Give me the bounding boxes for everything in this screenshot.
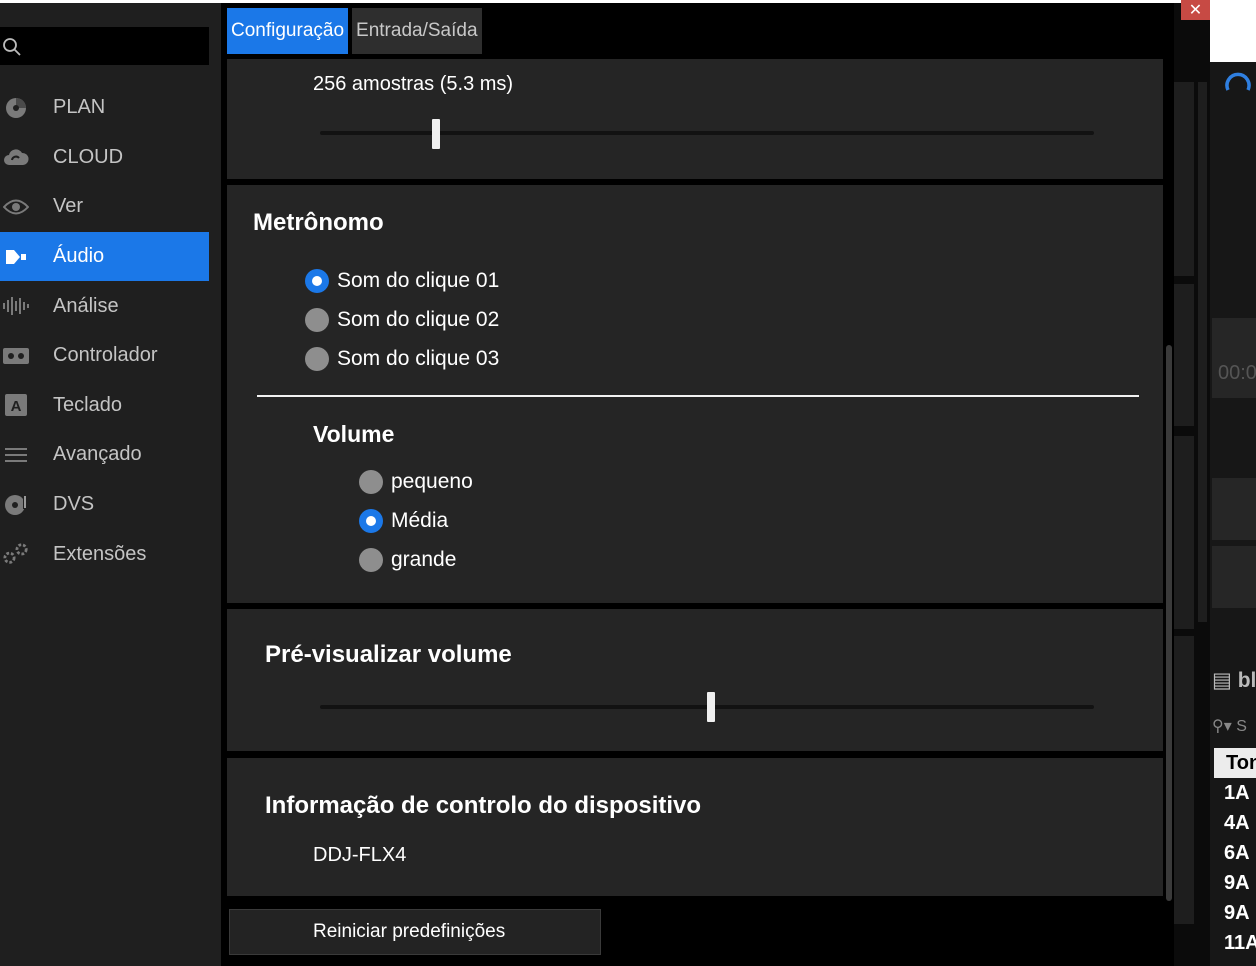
radio-button[interactable] (359, 548, 383, 572)
sidebar-item-label: Controlador (53, 344, 158, 367)
background-key-cell: 6A (1224, 842, 1250, 864)
volume-title: Volume (313, 421, 395, 447)
keyboard-icon: A (3, 394, 29, 417)
sidebar-item-label: Teclado (53, 393, 122, 416)
cloud-icon (3, 146, 29, 168)
gutter-segment (1174, 82, 1194, 276)
radio-button[interactable] (305, 347, 329, 371)
search-icon (3, 38, 21, 56)
radio-label: Média (391, 509, 449, 532)
background-key-cell: 4A (1224, 812, 1250, 834)
radio-button[interactable] (359, 509, 383, 533)
scrollbar-thumb[interactable] (1166, 345, 1172, 901)
close-button[interactable]: ✕ (1181, 0, 1210, 20)
background-time-text: 00:0 (1218, 362, 1256, 384)
radio-button[interactable] (305, 269, 329, 293)
sidebar-item-cloud[interactable]: CLOUD (0, 133, 209, 183)
radio-label: Som do clique 02 (337, 308, 500, 331)
background-key-cell: 9A (1224, 902, 1250, 924)
playlist-icon: ▤ (1212, 669, 1238, 692)
sidebar-item-controlador[interactable]: Controlador (0, 331, 209, 381)
preview-volume-slider-knob[interactable] (706, 692, 715, 722)
waveform-icon (3, 295, 29, 317)
background-key-cell: 1A (1224, 782, 1250, 804)
click-sound-option-01[interactable]: Som do clique 01 (305, 269, 499, 293)
settings-tabs: Configuração Entrada/Saída (227, 8, 486, 54)
section-divider (257, 395, 1139, 397)
sidebar-item-extensoes[interactable]: Extensões (0, 529, 209, 579)
sidebar-item-dvs[interactable]: DVS (0, 480, 209, 530)
sidebar-item-plan[interactable]: PLAN (0, 83, 209, 133)
device-info-title: Informação de controlo do dispositivo (265, 792, 702, 819)
gutter-segment (1174, 636, 1194, 924)
reset-defaults-button[interactable]: Reiniciar predefinições (229, 909, 601, 955)
sidebar-item-label: Áudio (53, 245, 105, 268)
background-app-header (1210, 0, 1256, 62)
sidebar-nav: PLAN CLOUD Ver Áudio Análise Controlador… (0, 83, 209, 579)
radio-label: Som do clique 03 (337, 347, 500, 370)
background-column-header: Ton (1214, 748, 1256, 778)
sidebar-item-label: CLOUD (53, 145, 124, 168)
click-sound-option-03[interactable]: Som do clique 03 (305, 347, 499, 371)
gutter-segment (1174, 284, 1194, 426)
speaker-icon (3, 246, 29, 268)
buffer-size-label: 256 amostras (5.3 ms) (313, 73, 514, 95)
search-icon: ⚲ (1212, 718, 1224, 735)
controller-icon (3, 345, 29, 367)
background-key-cell: 9A (1224, 872, 1250, 894)
sidebar-item-label: Avançado (53, 443, 142, 466)
playlist-label-text: bla (1237, 669, 1256, 692)
device-name: DDJ-FLX4 (313, 844, 407, 866)
buffer-size-slider-knob[interactable] (432, 119, 441, 149)
device-info-panel: Informação de controlo do dispositivo DD… (227, 758, 1163, 896)
sidebar-search-input[interactable] (0, 27, 209, 65)
metronome-panel: Metrônomo Som do clique 01 Som do clique… (227, 185, 1163, 603)
eye-icon (3, 196, 29, 218)
background-key-cell: 11A (1224, 932, 1256, 949)
settings-sidebar: PLAN CLOUD Ver Áudio Análise Controlador… (0, 3, 221, 966)
radio-label: grande (391, 548, 457, 571)
volume-option-grande[interactable]: grande (359, 548, 456, 572)
sidebar-item-avancado[interactable]: Avançado (0, 430, 209, 480)
sidebar-item-label: DVS (53, 493, 95, 516)
plan-icon (3, 97, 29, 119)
preview-volume-panel: Pré-visualizar volume (227, 609, 1163, 751)
sidebar-item-label: Extensões (53, 542, 147, 565)
menu-lines-icon (3, 444, 29, 466)
tab-entrada-saida[interactable]: Entrada/Saída (352, 8, 482, 54)
gutter-segment (1174, 436, 1194, 629)
volume-option-media[interactable]: Média (359, 509, 448, 533)
turntable-icon (3, 494, 29, 516)
background-deck-block (1212, 318, 1256, 398)
background-search: ⚲▾ S (1212, 716, 1247, 736)
background-playlist-label: ▤ bla (1212, 668, 1256, 693)
background-search-placeholder: ▾ S (1223, 718, 1247, 735)
gears-icon (3, 543, 29, 565)
background-deck-block (1212, 478, 1256, 540)
radio-label: pequeno (391, 470, 473, 493)
buffer-size-panel: 256 amostras (5.3 ms) (227, 59, 1163, 179)
sidebar-item-audio[interactable]: Áudio (0, 231, 209, 282)
gutter-segment (1198, 82, 1207, 622)
radio-label: Som do clique 01 (337, 269, 500, 292)
svg-text:A: A (11, 398, 22, 415)
metronome-title: Metrônomo (253, 209, 384, 236)
volume-option-pequeno[interactable]: pequeno (359, 470, 473, 494)
sidebar-item-ver[interactable]: Ver (0, 182, 209, 232)
background-deck-block (1212, 546, 1256, 608)
preview-volume-title: Pré-visualizar volume (265, 641, 512, 668)
sidebar-item-label: PLAN (53, 96, 106, 119)
loading-spinner-icon (1225, 72, 1251, 91)
sidebar-item-label: Análise (53, 294, 119, 317)
sidebar-item-analise[interactable]: Análise (0, 281, 209, 331)
click-sound-option-02[interactable]: Som do clique 02 (305, 308, 499, 332)
sidebar-item-label: Ver (53, 195, 84, 218)
sidebar-item-teclado[interactable]: A Teclado (0, 381, 209, 431)
radio-button[interactable] (359, 470, 383, 494)
radio-button[interactable] (305, 308, 329, 332)
tab-configuracao[interactable]: Configuração (227, 8, 349, 54)
